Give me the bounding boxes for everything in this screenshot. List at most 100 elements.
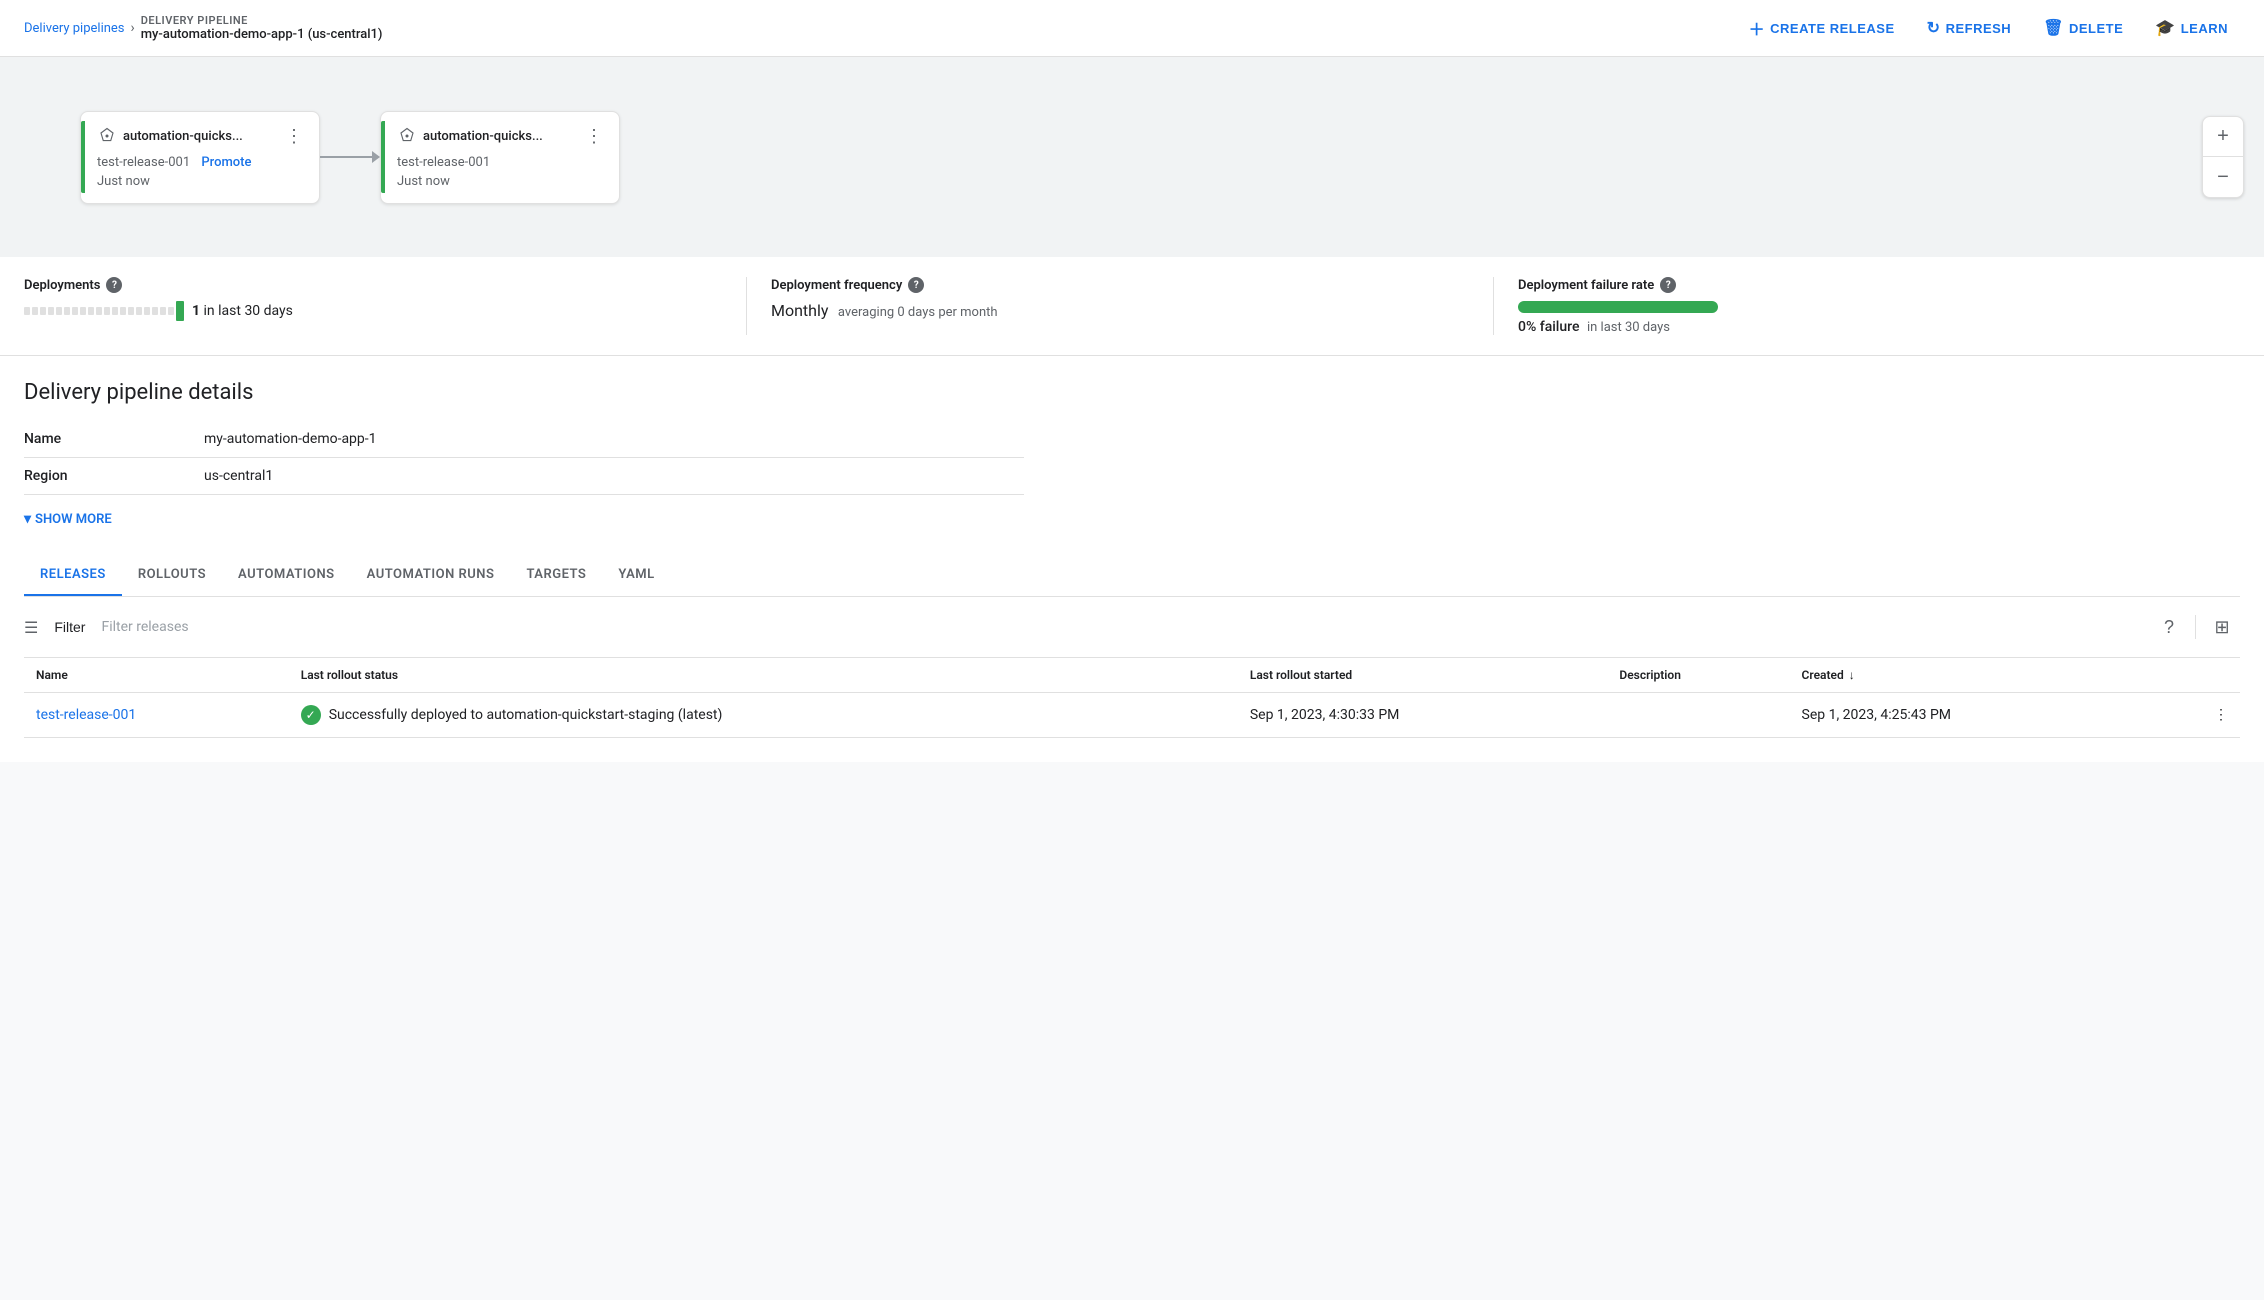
deployments-help-icon[interactable]: ? [106, 277, 122, 293]
filter-row: ☰ Filter Filter releases ? ⊞ [24, 597, 2240, 658]
tab-releases[interactable]: RELEASES [24, 555, 122, 596]
section-title: Delivery pipeline details [24, 380, 2240, 405]
cell-created: Sep 1, 2023, 4:25:43 PM [1790, 693, 2160, 738]
metric-deployments: Deployments ? [24, 277, 747, 335]
chevron-down-icon: ▾ [24, 511, 31, 527]
table-row: test-release-001 ✓ Successfully deployed… [24, 693, 2240, 738]
create-release-button[interactable]: ＋ CREATE RELEASE [1737, 10, 1907, 46]
zoom-in-button[interactable]: + [2203, 117, 2243, 157]
tab-automations[interactable]: AUTOMATIONS [222, 555, 351, 596]
pipeline-node-0: automation-quicks... ⋮ test-release-001 … [80, 111, 320, 204]
node-title-1: automation-quicks... [397, 126, 543, 146]
bar-seg-6 [64, 307, 70, 315]
filter-button[interactable]: Filter [46, 615, 93, 639]
bar-seg-19 [168, 307, 174, 315]
metric-failure-rate: Deployment failure rate ? 0% failure in … [1494, 277, 2240, 335]
release-link[interactable]: test-release-001 [36, 707, 136, 723]
bar-seg-5 [56, 307, 62, 315]
bar-seg-2 [32, 307, 38, 315]
arrow-line [320, 156, 372, 158]
tab-automation-runs[interactable]: AUTOMATION RUNS [351, 555, 511, 596]
bar-seg-15 [136, 307, 142, 315]
show-more-button[interactable]: ▾ SHOW MORE [24, 507, 2240, 531]
zoom-controls: + − [2202, 116, 2244, 198]
vertical-divider [2195, 615, 2196, 639]
node-header-0: automation-quicks... ⋮ [97, 126, 303, 147]
bar-seg-18 [160, 307, 166, 315]
breadcrumb-current: DELIVERY PIPELINE my-automation-demo-app… [141, 14, 383, 42]
deployments-value: 1 in last 30 days [24, 301, 722, 321]
zoom-out-button[interactable]: − [2203, 157, 2243, 197]
bar-seg-12 [112, 307, 118, 315]
bar-seg-11 [104, 307, 110, 315]
bar-seg-14 [128, 307, 134, 315]
frequency-label: Deployment frequency ? [771, 277, 1469, 293]
status-success-icon: ✓ [301, 705, 321, 725]
pipeline-area: automation-quicks... ⋮ test-release-001 … [0, 57, 2264, 257]
col-description: Description [1607, 658, 1789, 693]
bar-seg-10 [96, 307, 102, 315]
pipeline-node-1: automation-quicks... ⋮ test-release-001 … [380, 111, 620, 204]
column-settings-button[interactable]: ⊞ [2204, 609, 2240, 645]
node-release-0: test-release-001 Promote [97, 155, 303, 170]
deployments-count: 1 in last 30 days [192, 303, 293, 319]
tab-targets[interactable]: TARGETS [510, 555, 602, 596]
tab-rollouts[interactable]: ROLLOUTS [122, 555, 222, 596]
bar-seg-4 [48, 307, 54, 315]
bar-seg-17 [152, 307, 158, 315]
delete-button[interactable]: 🗑 DELETE [2031, 12, 2135, 44]
node-release-1: test-release-001 [397, 155, 603, 170]
status-text: Successfully deployed to automation-quic… [329, 707, 723, 723]
detail-label-region: Region [24, 458, 204, 495]
filter-help-button[interactable]: ? [2151, 609, 2187, 645]
delete-icon: 🗑 [2043, 18, 2064, 38]
bar-seg-8 [80, 307, 86, 315]
breadcrumb-link[interactable]: Delivery pipelines [24, 21, 125, 36]
frequency-help-icon[interactable]: ? [908, 277, 924, 293]
pipeline-type-label: DELIVERY PIPELINE [141, 14, 383, 27]
node-header-1: automation-quicks... ⋮ [397, 126, 603, 147]
filter-actions: ? ⊞ [2151, 609, 2240, 645]
table-head: Name Last rollout status Last rollout st… [24, 658, 2240, 693]
bar-seg-13 [120, 307, 126, 315]
tabs-container: RELEASES ROLLOUTS AUTOMATIONS AUTOMATION… [24, 555, 2240, 597]
refresh-button[interactable]: ↻ REFRESH [1915, 12, 2024, 44]
pipeline-arrow-0 [320, 151, 380, 163]
failure-bar [1518, 301, 1718, 313]
node-title-0: automation-quicks... [97, 126, 243, 146]
promote-button-0[interactable]: Promote [201, 155, 251, 170]
top-bar: Delivery pipelines › DELIVERY PIPELINE m… [0, 0, 2264, 57]
pipeline-nodes: automation-quicks... ⋮ test-release-001 … [80, 111, 620, 204]
node-menu-0[interactable]: ⋮ [285, 126, 303, 147]
deployments-label: Deployments ? [24, 277, 722, 293]
row-menu-button[interactable]: ⋮ [2159, 693, 2240, 738]
failure-help-icon[interactable]: ? [1660, 277, 1676, 293]
filter-placeholder: Filter releases [101, 619, 188, 635]
detail-value-name: my-automation-demo-app-1 [204, 421, 1024, 458]
table-body: test-release-001 ✓ Successfully deployed… [24, 693, 2240, 738]
columns-icon: ⊞ [2214, 617, 2229, 638]
metrics-bar: Deployments ? [0, 257, 2264, 356]
refresh-icon: ↻ [1927, 18, 1941, 38]
cell-started: Sep 1, 2023, 4:30:33 PM [1238, 693, 1608, 738]
tab-yaml[interactable]: YAML [602, 555, 670, 596]
releases-table: Name Last rollout status Last rollout st… [24, 658, 2240, 738]
node-time-1: Just now [397, 174, 603, 189]
failure-label: Deployment failure rate ? [1518, 277, 2216, 293]
cell-name: test-release-001 [24, 693, 289, 738]
target-icon-0 [97, 126, 117, 146]
failure-bar-container: 0% failure in last 30 days [1518, 301, 2216, 335]
detail-row-name: Name my-automation-demo-app-1 [24, 421, 1024, 458]
node-name-0: automation-quicks... [123, 129, 243, 144]
learn-button[interactable]: 🎓 LEARN [2143, 12, 2240, 44]
cell-description [1607, 693, 1789, 738]
target-icon-1 [397, 126, 417, 146]
node-menu-1[interactable]: ⋮ [585, 126, 603, 147]
sort-icon: ↓ [1849, 668, 1855, 682]
col-status: Last rollout status [289, 658, 1238, 693]
frequency-value: Monthly averaging 0 days per month [771, 301, 1469, 320]
bar-seg-3 [40, 307, 46, 315]
bar-seg-16 [144, 307, 150, 315]
deployments-bar [24, 301, 184, 321]
node-name-1: automation-quicks... [423, 129, 543, 144]
